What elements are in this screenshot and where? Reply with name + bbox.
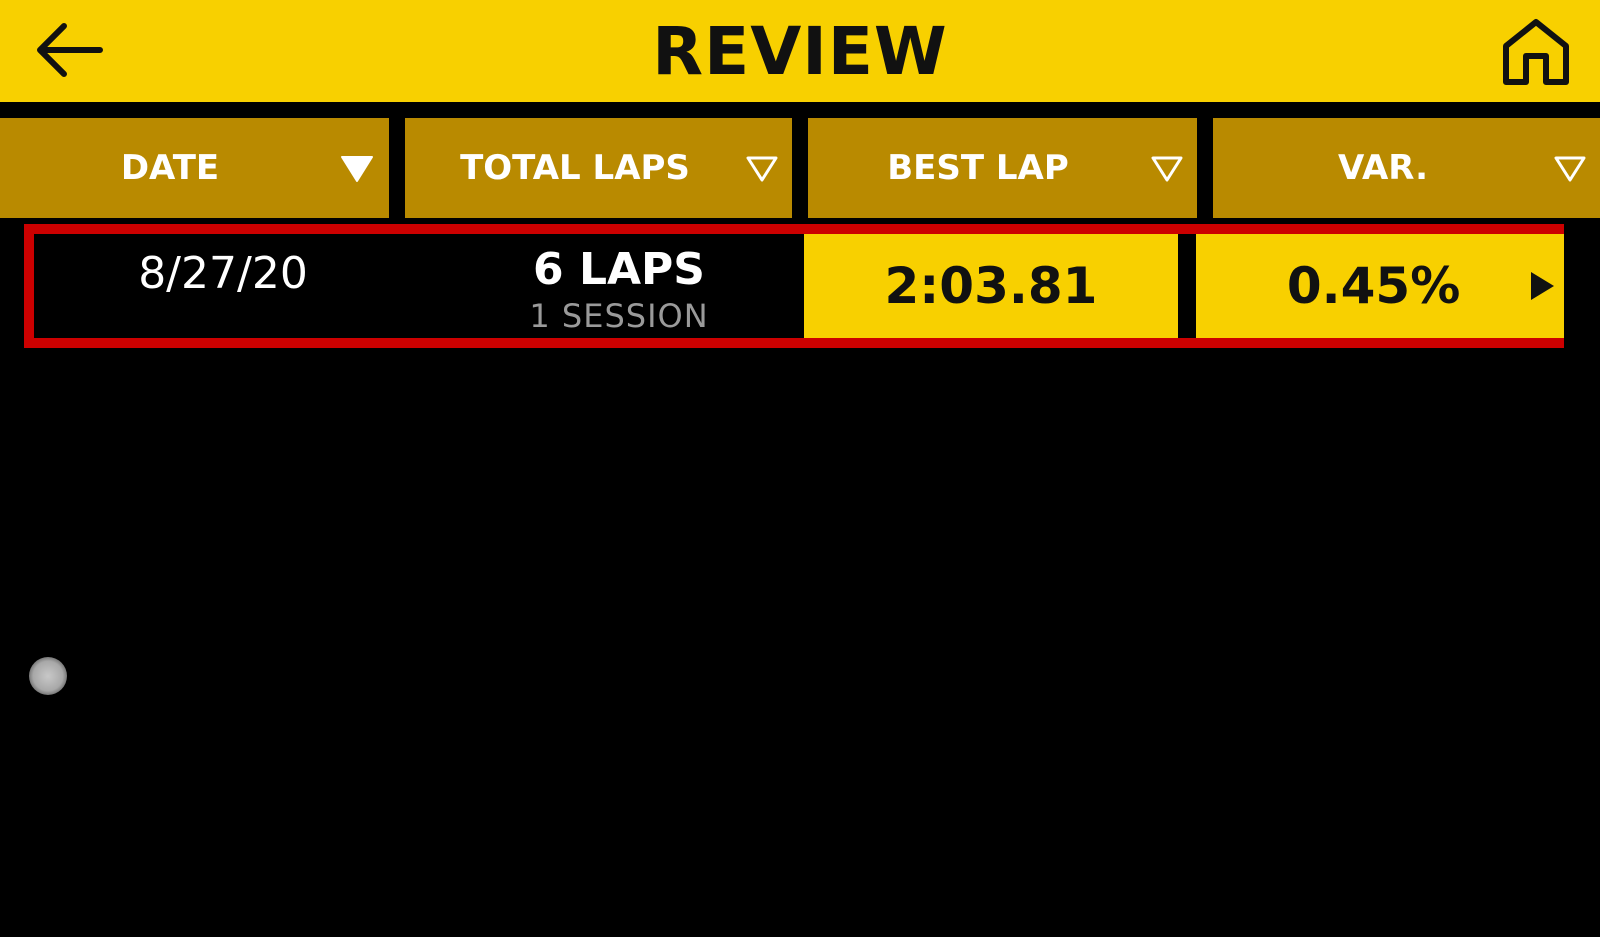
- row-session-count: 1 SESSION: [529, 297, 709, 335]
- row-laps-count: 6 LAPS: [533, 244, 705, 295]
- column-header-label: DATE: [120, 148, 220, 188]
- triangle-down-outline-icon: [1554, 156, 1586, 182]
- touch-indicator: [29, 657, 67, 695]
- triangle-down-outline-icon: [746, 156, 778, 182]
- row-variance: 0.45%: [1196, 234, 1564, 338]
- column-header-date[interactable]: DATE: [0, 118, 389, 218]
- column-header-variance[interactable]: VAR.: [1213, 118, 1600, 218]
- column-header-label: TOTAL LAPS: [460, 148, 690, 188]
- header-bar: REVIEW: [0, 0, 1600, 102]
- row-best-lap-value: 2:03.81: [884, 257, 1098, 315]
- column-header-label: VAR.: [1337, 148, 1429, 188]
- review-screen: REVIEW DATE TOTAL LAPS BEST LAP VAR. 8/2…: [0, 0, 1600, 937]
- row-total-laps: 6 LAPS 1 SESSION: [434, 242, 804, 334]
- table-row[interactable]: 8/27/20 6 LAPS 1 SESSION 2:03.81 0.45%: [24, 224, 1564, 348]
- row-best-lap: 2:03.81: [804, 234, 1178, 338]
- row-variance-value: 0.45%: [1286, 257, 1461, 315]
- row-date: 8/27/20: [138, 248, 308, 299]
- play-arrow-icon: [1531, 272, 1554, 300]
- column-header-total-laps[interactable]: TOTAL LAPS: [405, 118, 792, 218]
- home-icon: [1503, 19, 1569, 85]
- triangle-down-outline-icon: [1151, 156, 1183, 182]
- home-button[interactable]: [1500, 16, 1572, 88]
- triangle-down-filled-icon: [341, 156, 373, 182]
- page-title: REVIEW: [652, 13, 948, 90]
- column-header-best-lap[interactable]: BEST LAP: [808, 118, 1197, 218]
- column-header-label: BEST LAP: [887, 148, 1069, 188]
